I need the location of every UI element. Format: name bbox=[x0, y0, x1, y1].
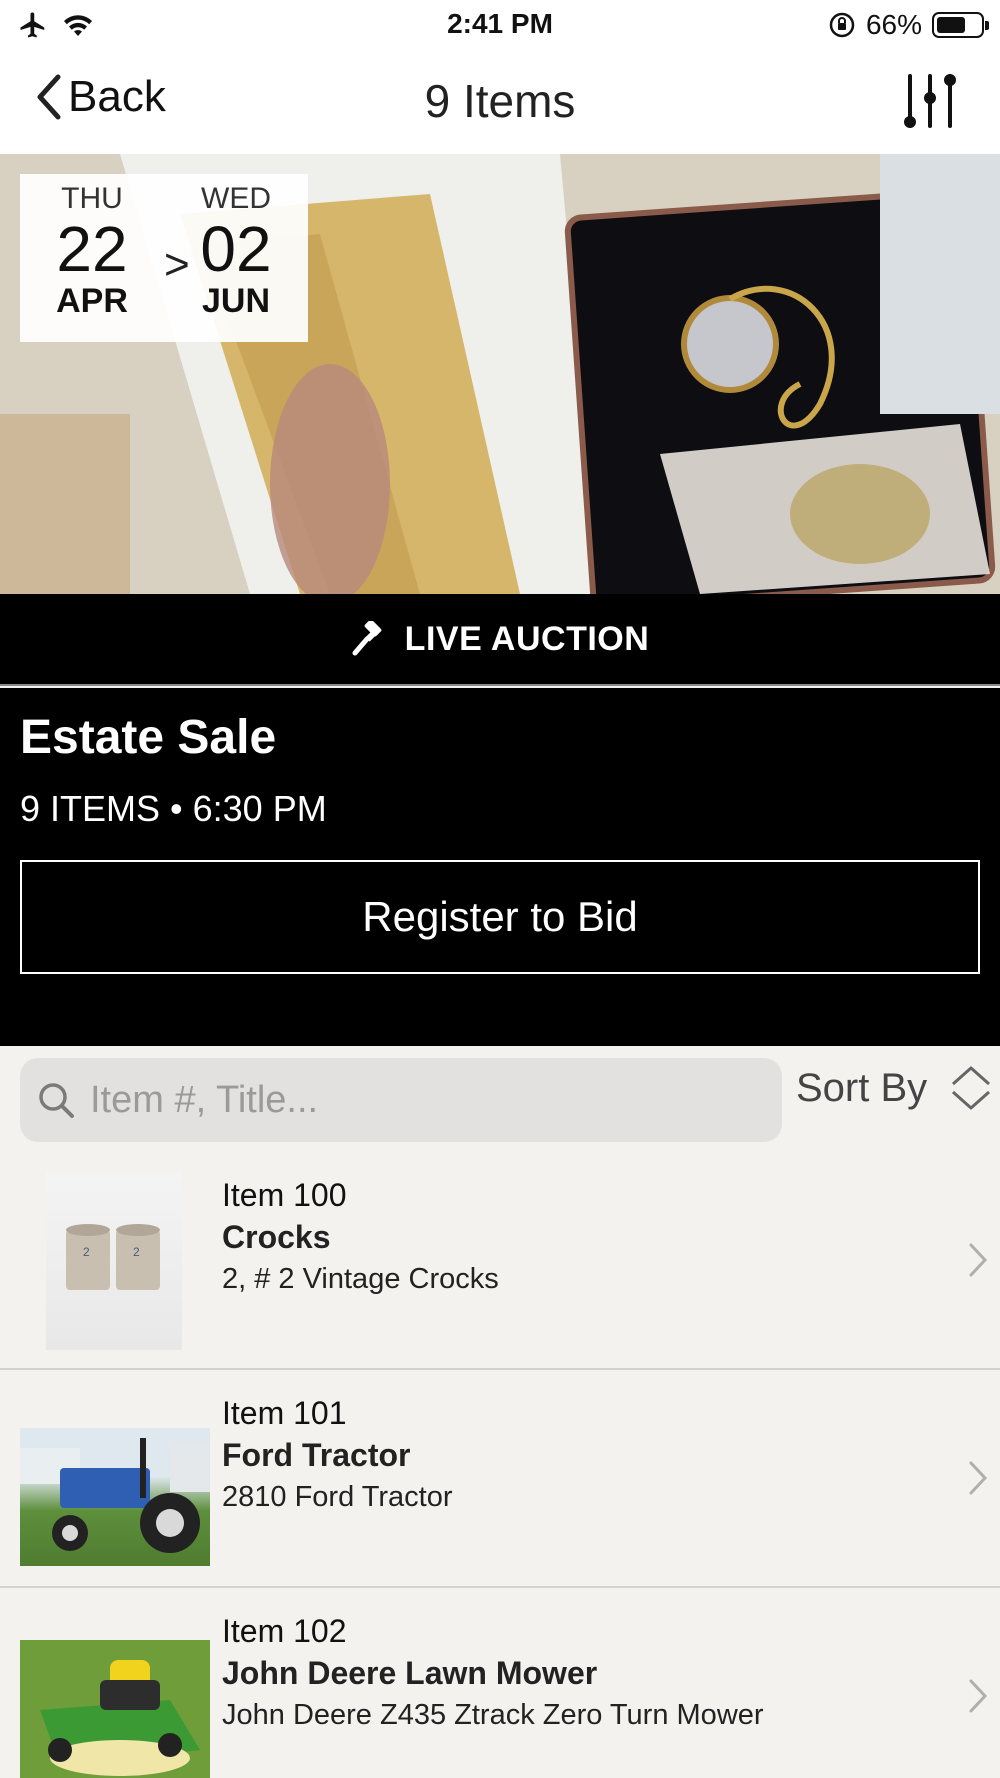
item-description: John Deere Z435 Ztrack Zero Turn Mower bbox=[222, 1699, 764, 1731]
end-month: JUN bbox=[201, 282, 271, 320]
date-range-card: THU 22 APR > WED 02 JUN bbox=[20, 174, 308, 342]
sale-title: Estate Sale bbox=[20, 711, 277, 764]
page-title: 9 Items bbox=[424, 75, 576, 127]
register-to-bid-button[interactable]: Register to Bid bbox=[20, 860, 980, 974]
item-description: 2810 Ford Tractor bbox=[222, 1481, 453, 1513]
item-description: 2, # 2 Vintage Crocks bbox=[222, 1263, 499, 1295]
end-day: 02 bbox=[200, 213, 272, 285]
item-list: 2 2 Item 100 Crocks 2, # 2 Vintage Crock… bbox=[0, 1152, 1000, 1778]
item-text: Item 102 John Deere Lawn Mower John Deer… bbox=[222, 1610, 764, 1736]
start-date: THU 22 APR bbox=[32, 182, 152, 321]
item-thumbnail-crocks: 2 2 bbox=[46, 1172, 182, 1350]
list-item[interactable]: Item 101 Ford Tractor 2810 Ford Tractor bbox=[0, 1370, 1000, 1588]
item-text: Item 100 Crocks 2, # 2 Vintage Crocks bbox=[222, 1174, 499, 1300]
end-date: WED 02 JUN bbox=[176, 182, 296, 321]
filter-button[interactable] bbox=[900, 70, 960, 137]
start-dow: THU bbox=[61, 182, 123, 215]
chevron-right-icon bbox=[969, 1679, 988, 1713]
sale-info: Estate Sale 9 ITEMS • 6:30 PM Register t… bbox=[0, 688, 1000, 1046]
mower-image bbox=[20, 1640, 210, 1778]
battery-percent: 66% bbox=[865, 9, 922, 40]
chevron-right-icon bbox=[969, 1461, 988, 1495]
list-item[interactable]: Item 102 John Deere Lawn Mower John Deer… bbox=[0, 1588, 1000, 1778]
chevron-right-icon bbox=[969, 1243, 988, 1277]
sliders-icon bbox=[904, 74, 956, 128]
live-auction-banner: LIVE AUCTION bbox=[0, 594, 1000, 686]
status-right: 66% bbox=[828, 9, 989, 41]
auction-hero-image: THU 22 APR > WED 02 JUN bbox=[0, 154, 1000, 594]
start-day: 22 bbox=[56, 213, 128, 285]
battery-icon bbox=[932, 12, 989, 38]
item-number: Item 100 bbox=[222, 1177, 347, 1213]
item-title: Ford Tractor bbox=[222, 1437, 411, 1473]
item-number: Item 102 bbox=[222, 1613, 347, 1649]
search-icon bbox=[39, 1083, 74, 1118]
svg-text:2: 2 bbox=[133, 1245, 140, 1259]
crocks-image: 2 2 bbox=[66, 1224, 160, 1290]
gavel-icon bbox=[352, 621, 382, 656]
sort-by-label: Sort By bbox=[796, 1065, 928, 1110]
item-title: Crocks bbox=[222, 1219, 331, 1255]
search-row: Sort By bbox=[0, 1046, 1000, 1152]
end-dow: WED bbox=[201, 182, 271, 215]
start-month: APR bbox=[56, 282, 128, 320]
item-title: John Deere Lawn Mower bbox=[222, 1655, 598, 1691]
sale-meta: 9 ITEMS • 6:30 PM bbox=[20, 788, 327, 829]
sort-arrows-icon bbox=[952, 1066, 991, 1110]
item-thumbnail-tractor bbox=[20, 1428, 210, 1566]
search-box[interactable] bbox=[20, 1058, 782, 1142]
search-input[interactable] bbox=[90, 1078, 750, 1122]
item-text: Item 101 Ford Tractor 2810 Ford Tractor bbox=[222, 1392, 453, 1518]
live-auction-label: LIVE AUCTION bbox=[404, 619, 650, 658]
item-number: Item 101 bbox=[222, 1395, 347, 1431]
battery-fill bbox=[937, 17, 965, 33]
list-item[interactable]: 2 2 Item 100 Crocks 2, # 2 Vintage Crock… bbox=[0, 1152, 1000, 1370]
status-bar: 2:41 PM 66% bbox=[0, 0, 1000, 52]
orientation-lock-icon bbox=[829, 12, 855, 38]
nav-bar: Back 9 Items bbox=[0, 52, 1000, 154]
sort-by-button[interactable]: Sort By bbox=[796, 1064, 993, 1112]
svg-text:2: 2 bbox=[83, 1245, 90, 1259]
item-thumbnail-mower bbox=[20, 1640, 210, 1778]
tractor-image bbox=[20, 1438, 210, 1553]
